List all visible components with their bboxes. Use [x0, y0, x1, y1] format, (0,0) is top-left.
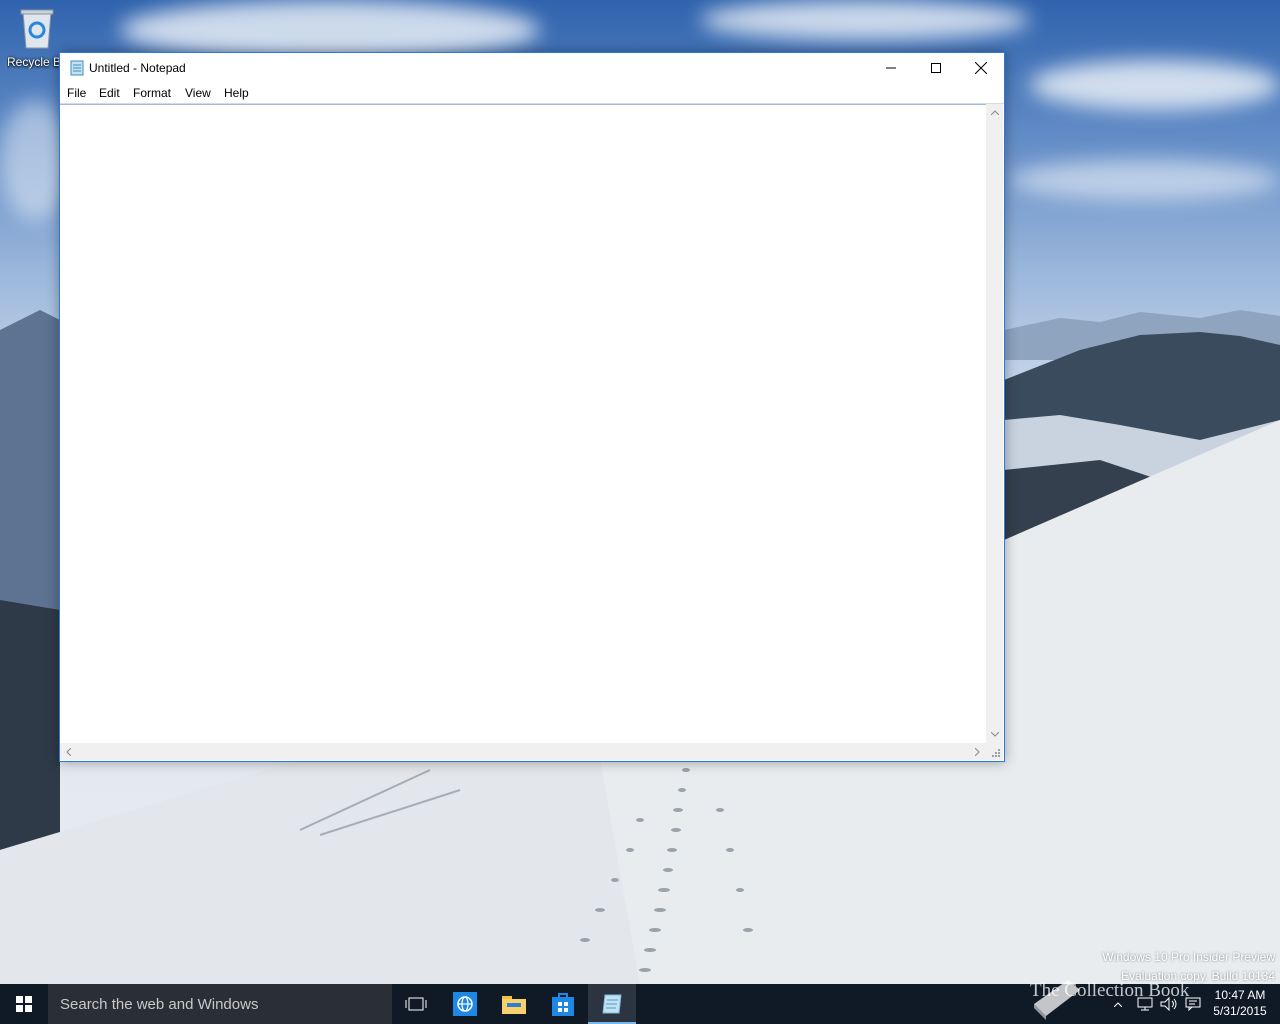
menu-view[interactable]: View	[185, 86, 211, 100]
taskbar-file-explorer[interactable]	[490, 984, 538, 1024]
chevron-down-icon	[990, 732, 999, 737]
chevron-up-icon	[1114, 1001, 1122, 1007]
task-view-icon	[405, 997, 427, 1011]
maximize-button[interactable]	[913, 53, 959, 83]
store-bag-icon	[552, 993, 574, 1016]
search-placeholder: Search the web and Windows	[60, 996, 259, 1013]
clock-date: 5/31/2015	[1213, 1004, 1267, 1018]
minimize-button[interactable]	[868, 53, 914, 83]
scroll-right-button[interactable]	[969, 743, 986, 760]
menu-help[interactable]: Help	[224, 86, 249, 100]
folder-icon	[502, 996, 526, 1014]
menu-edit[interactable]: Edit	[99, 86, 120, 100]
vertical-scrollbar[interactable]	[986, 104, 1003, 743]
clock-time: 10:47 AM	[1214, 988, 1266, 1002]
text-editor-area[interactable]	[60, 104, 986, 744]
notepad-icon	[70, 60, 84, 76]
recycle-bin-label: Recycle Bin	[7, 55, 67, 69]
resize-grip[interactable]	[986, 743, 1003, 760]
menu-bar: File Edit Format View Help	[60, 83, 1004, 104]
title-bar[interactable]: Untitled - Notepad	[60, 53, 1004, 83]
close-button[interactable]	[958, 53, 1004, 83]
maximize-icon	[931, 63, 941, 73]
internet-explorer-icon	[453, 992, 477, 1016]
notepad-window: Untitled - Notepad File Edit Format View…	[59, 52, 1005, 762]
notepad-icon	[602, 994, 622, 1014]
menu-file[interactable]: File	[67, 86, 86, 100]
minimize-icon	[886, 67, 896, 69]
resize-grip-icon	[992, 749, 1000, 757]
scroll-up-button[interactable]	[986, 104, 1003, 121]
close-icon	[975, 62, 987, 74]
window-title: Untitled - Notepad	[89, 61, 186, 75]
watermark-edition: Windows 10 Pro Insider Preview	[1102, 950, 1275, 964]
taskbar-notepad[interactable]	[588, 984, 636, 1024]
horizontal-scrollbar[interactable]	[60, 743, 986, 760]
recycle-bin-icon	[20, 9, 54, 49]
taskbar-internet-explorer[interactable]	[441, 984, 489, 1024]
chevron-left-icon	[66, 747, 71, 756]
chevron-up-icon	[990, 110, 999, 115]
chevron-right-icon	[975, 747, 980, 756]
system-clock[interactable]: 10:47 AM 5/31/2015	[1204, 987, 1276, 1019]
windows-logo-icon	[16, 996, 32, 1012]
task-view-button[interactable]	[392, 984, 440, 1024]
scroll-down-button[interactable]	[986, 726, 1003, 743]
taskbar-store[interactable]	[539, 984, 587, 1024]
overlay-brand-text: The Collection Book	[1030, 980, 1190, 1001]
menu-format[interactable]: Format	[133, 86, 171, 100]
scroll-left-button[interactable]	[60, 743, 77, 760]
search-box[interactable]: Search the web and Windows	[48, 984, 392, 1024]
start-button[interactable]	[0, 984, 48, 1024]
